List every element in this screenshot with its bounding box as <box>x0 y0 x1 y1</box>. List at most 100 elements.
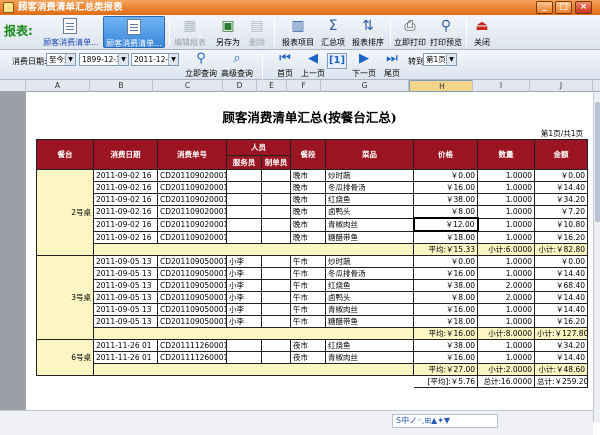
dish-cell[interactable]: 炒时蔬 <box>325 169 414 182</box>
bill-cell[interactable]: CD201111260001 <box>157 351 227 364</box>
meal-cell[interactable]: 午市 <box>290 291 326 304</box>
waiter-cell[interactable] <box>226 169 262 182</box>
delete-button[interactable]: ▤ 删除 <box>244 16 270 48</box>
dish-cell[interactable]: 红烧鱼 <box>325 279 414 292</box>
maker-cell[interactable] <box>261 267 291 280</box>
maker-cell[interactable] <box>261 279 291 292</box>
column-header[interactable]: E <box>257 80 287 92</box>
bill-cell[interactable]: CD201111260001 <box>157 339 227 352</box>
dish-cell[interactable]: 红烧鱼 <box>325 339 414 352</box>
bill-cell[interactable]: CD201109050001 <box>157 267 227 280</box>
bill-cell[interactable]: CD201109020001 <box>157 169 227 182</box>
column-header[interactable]: I <box>473 80 530 92</box>
dish-cell[interactable]: 卤鸭头 <box>325 205 414 219</box>
column-header[interactable]: J <box>530 80 593 92</box>
price-cell[interactable]: ￥18.00 <box>413 230 478 244</box>
qty-cell[interactable]: 1.0000 <box>477 181 535 194</box>
dish-cell[interactable]: 红烧鱼 <box>325 193 414 206</box>
qty-cell[interactable]: 1.0000 <box>477 230 535 244</box>
subtotal-spacer[interactable] <box>93 327 414 340</box>
subtotal-amount-cell[interactable]: 小计:￥82.80 <box>534 243 588 256</box>
date-to-field[interactable]: 2011-12-20 ▼ <box>131 53 179 66</box>
vertical-scrollbar[interactable] <box>593 92 600 422</box>
waiter-cell[interactable]: 小李 <box>226 255 262 268</box>
column-header[interactable]: F <box>287 80 321 92</box>
dish-cell[interactable]: 青椒肉丝 <box>325 217 414 232</box>
group-table-cell[interactable]: 3号桌 <box>36 255 94 340</box>
print-preview-button[interactable]: ⚲ 打印预览 <box>428 16 464 48</box>
subtotal-qty-cell[interactable]: 小计:6.0000 <box>477 243 535 256</box>
dish-cell[interactable]: 青椒肉丝 <box>325 303 414 316</box>
meal-cell[interactable]: 午市 <box>290 303 326 316</box>
maker-cell[interactable] <box>261 169 291 182</box>
amount-cell[interactable]: ￥34.20 <box>534 193 588 206</box>
waiter-cell[interactable]: 小李 <box>226 315 262 328</box>
amount-cell[interactable]: ￥14.40 <box>534 351 588 364</box>
column-header[interactable]: B <box>90 80 153 92</box>
meal-cell[interactable]: 夜市 <box>290 339 326 352</box>
date-from-field[interactable]: 1899-12-30 ▼ <box>79 53 129 66</box>
waiter-cell[interactable]: 小李 <box>226 291 262 304</box>
price-cell[interactable]: ￥38.00 <box>413 279 478 292</box>
meal-cell[interactable]: 晚市 <box>290 230 326 244</box>
prev-page-button[interactable]: ◀ 上一页 <box>300 50 326 79</box>
subtotal-avg-cell[interactable]: 平均:￥15.33 <box>413 243 478 256</box>
amount-cell[interactable]: ￥0.00 <box>534 169 588 182</box>
total-avg-cell[interactable]: [平均]:￥5.76 <box>413 375 478 388</box>
qty-cell[interactable]: 1.0000 <box>477 217 535 232</box>
amount-cell[interactable]: ￥0.00 <box>534 255 588 268</box>
price-cell[interactable]: ￥8.00 <box>413 205 478 219</box>
report-items-button[interactable]: ▥ 报表项目 <box>280 16 316 48</box>
ime-toolbar[interactable]: S中ノ◦,⊞▲✦▼ <box>392 414 498 428</box>
group-table-cell[interactable]: 6号桌 <box>36 339 94 376</box>
subtotal-amount-cell[interactable]: 小计:￥48.60 <box>534 363 588 376</box>
maker-cell[interactable] <box>261 339 291 352</box>
dish-cell[interactable]: 糖醋带鱼 <box>325 315 414 328</box>
date-cell[interactable]: 2011-09-02 16 <box>93 230 158 244</box>
range-mode-select[interactable]: 至今天 ▼ <box>46 53 76 66</box>
waiter-cell[interactable] <box>226 351 262 364</box>
query-now-button[interactable]: ⚲ 立即查询 <box>185 50 217 79</box>
amount-cell[interactable]: ￥14.40 <box>534 291 588 304</box>
maximize-button[interactable]: □ <box>555 1 572 14</box>
bill-cell[interactable]: CD201109050001 <box>157 291 227 304</box>
price-cell[interactable]: ￥16.00 <box>413 303 478 316</box>
date-cell[interactable]: 2011-09-05 13 <box>93 303 158 316</box>
dish-cell[interactable]: 冬瓜排骨汤 <box>325 267 414 280</box>
qty-cell[interactable]: 1.0000 <box>477 303 535 316</box>
close-window-button[interactable]: × <box>575 1 592 14</box>
waiter-cell[interactable] <box>226 181 262 194</box>
date-cell[interactable]: 2011-09-02 16 <box>93 169 158 182</box>
meal-cell[interactable]: 午市 <box>290 315 326 328</box>
print-now-button[interactable]: ⎙ 立即打印 <box>392 16 428 48</box>
subtotal-avg-cell[interactable]: 平均:￥27.00 <box>413 363 478 376</box>
maker-cell[interactable] <box>261 303 291 316</box>
group-table-cell[interactable]: 2号桌 <box>36 169 94 256</box>
meal-cell[interactable]: 午市 <box>290 279 326 292</box>
amount-cell[interactable]: ￥14.40 <box>534 181 588 194</box>
total-amount-cell[interactable]: 总计:￥259.20 <box>534 375 588 388</box>
subtotal-spacer[interactable] <box>93 243 414 256</box>
date-cell[interactable]: 2011-09-05 13 <box>93 315 158 328</box>
price-cell[interactable]: ￥38.00 <box>413 339 478 352</box>
waiter-cell[interactable]: 小李 <box>226 267 262 280</box>
subtotal-qty-cell[interactable]: 小计:8.0000 <box>477 327 535 340</box>
column-header[interactable]: C <box>153 80 223 92</box>
date-cell[interactable]: 2011-09-05 13 <box>93 279 158 292</box>
maker-cell[interactable] <box>261 351 291 364</box>
qty-cell[interactable]: 2.0000 <box>477 279 535 292</box>
date-cell[interactable]: 2011-09-02 16 <box>93 217 158 232</box>
bill-cell[interactable]: CD201109050001 <box>157 303 227 316</box>
maker-cell[interactable] <box>261 255 291 268</box>
date-cell[interactable]: 2011-09-02 16 <box>93 205 158 219</box>
date-cell[interactable]: 2011-09-02 16 <box>93 193 158 206</box>
edit-report-button[interactable]: ▦ 编辑报表 <box>172 16 208 48</box>
meal-cell[interactable]: 午市 <box>290 267 326 280</box>
qty-cell[interactable]: 1.0000 <box>477 169 535 182</box>
close-report-button[interactable]: ⏏ 关闭 <box>470 16 494 48</box>
price-cell[interactable]: ￥8.00 <box>413 291 478 304</box>
date-cell[interactable]: 2011-11-26 01 <box>93 339 158 352</box>
last-page-button[interactable]: ⏭ 尾页 <box>382 50 402 79</box>
qty-cell[interactable]: 1.0000 <box>477 315 535 328</box>
subtotal-qty-cell[interactable]: 小计:2.0000 <box>477 363 535 376</box>
